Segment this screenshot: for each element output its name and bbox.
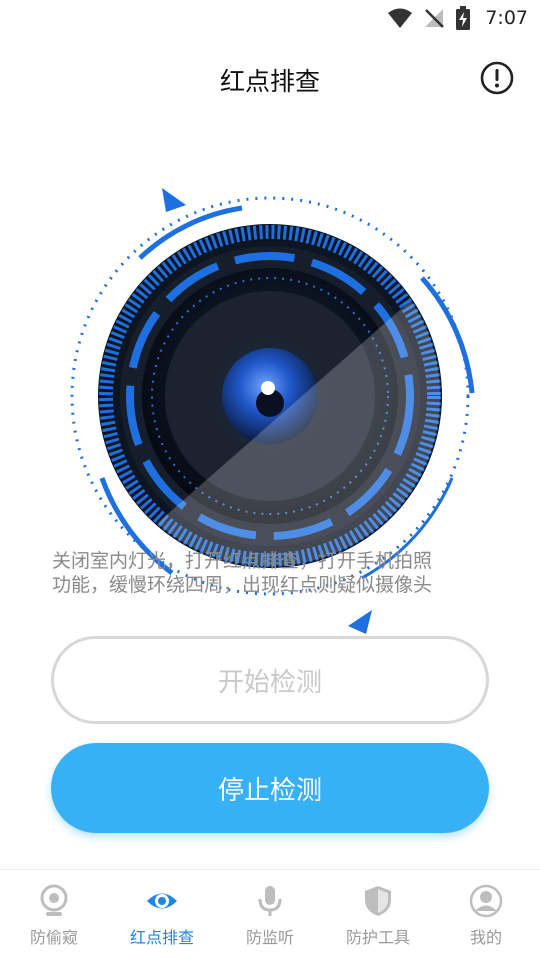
nav-item-protection-tools[interactable]: 防护工具 xyxy=(324,870,432,960)
nav-item-anti-bug[interactable]: 防监听 xyxy=(216,870,324,960)
instruction-line-2: 功能，缓慢环绕四周，出现红点则疑似摄像头 xyxy=(52,574,433,596)
nav-item-red-dot[interactable]: 红点排查 xyxy=(108,870,216,960)
info-icon[interactable] xyxy=(480,61,514,95)
page-title: 红点排查 xyxy=(219,67,320,96)
no-signal-icon xyxy=(425,9,445,28)
nav-label: 红点排查 xyxy=(129,928,194,947)
start-detection-button[interactable]: 开始检测 xyxy=(51,636,489,724)
bottom-nav: 防偷窥 红点排查 防监听 防护工具 我的 xyxy=(0,869,540,960)
instruction-text: 关闭室内灯光，打开红点排查，打开手机拍照 功能，缓慢环绕四周，出现红点则疑似摄像… xyxy=(52,549,492,597)
nav-label: 我的 xyxy=(469,928,502,947)
status-time: 7:07 xyxy=(485,7,528,29)
header: 红点排查 xyxy=(0,48,540,108)
stop-detection-button[interactable]: 停止检测 xyxy=(51,743,489,833)
eye-icon xyxy=(147,893,177,909)
nav-item-mine[interactable]: 我的 xyxy=(432,870,540,960)
webcam-icon xyxy=(40,884,68,916)
microphone-icon xyxy=(258,886,282,916)
nav-label: 防偷窥 xyxy=(29,928,78,947)
nav-label: 防监听 xyxy=(245,928,294,947)
status-bar: 7:07 xyxy=(0,0,540,36)
shield-icon xyxy=(365,886,391,916)
battery-charging-icon xyxy=(456,6,471,30)
nav-label: 防护工具 xyxy=(345,928,410,947)
nav-item-anti-peek[interactable]: 防偷窥 xyxy=(0,870,108,960)
user-icon xyxy=(469,884,503,918)
instruction-line-1: 关闭室内灯光，打开红点排查，打开手机拍照 xyxy=(52,550,433,572)
wifi-icon xyxy=(388,8,413,28)
